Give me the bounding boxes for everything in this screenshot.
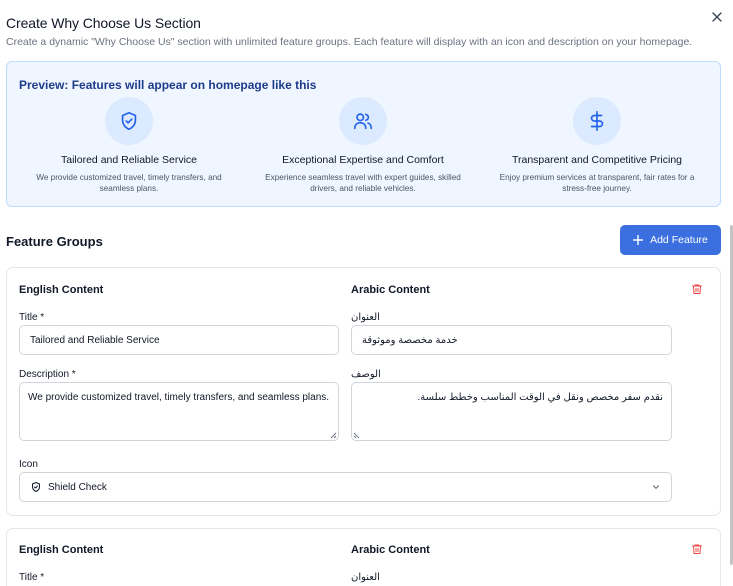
arabic-title-label: العنوان	[351, 312, 380, 323]
resize-handle-icon[interactable]	[329, 431, 337, 439]
preview-card: Transparent and Competitive Pricing Enjo…	[482, 97, 712, 195]
dialog-title: Create Why Choose Us Section	[6, 15, 201, 31]
resize-handle-icon[interactable]	[353, 431, 361, 439]
preview-card-title: Exceptional Expertise and Comfort	[282, 154, 444, 166]
chevron-down-icon	[652, 485, 660, 489]
preview-title: Preview: Features will appear on homepag…	[19, 78, 317, 92]
description-textarea-value: We provide customized travel, timely tra…	[28, 392, 330, 403]
shield-check-icon	[121, 111, 137, 131]
add-feature-label: Add Feature	[650, 234, 708, 246]
dollar-sign-icon	[590, 111, 604, 131]
delete-feature-button[interactable]	[691, 542, 705, 556]
preview-card-desc: Enjoy premium services at transparent, f…	[499, 173, 695, 194]
plus-icon	[633, 235, 644, 245]
arabic-content-heading: Arabic Content	[351, 284, 430, 296]
title-label: Title *	[19, 572, 45, 583]
preview-card-desc: Experience seamless travel with expert g…	[265, 173, 461, 194]
preview-icon-circle	[105, 97, 153, 145]
close-button[interactable]	[709, 9, 725, 25]
dialog-subtitle: Create a dynamic "Why Choose Us" section…	[6, 36, 693, 48]
english-content-heading: English Content	[19, 284, 104, 296]
preview-card: Exceptional Expertise and Comfort Experi…	[248, 97, 478, 195]
arabic-title-input[interactable]: خدمة مخصصة وموثوقة	[351, 325, 672, 355]
shield-check-icon	[32, 482, 40, 492]
arabic-title-input-value: خدمة مخصصة وموثوقة	[362, 334, 458, 346]
title-label: Title *	[19, 312, 45, 323]
description-textarea[interactable]: We provide customized travel, timely tra…	[19, 382, 339, 441]
preview-card-desc: We provide customized travel, timely tra…	[36, 173, 222, 194]
close-icon	[712, 12, 722, 22]
preview-card-title: Transparent and Competitive Pricing	[511, 154, 683, 166]
users-icon	[353, 113, 373, 130]
preview-icon-circle	[573, 97, 621, 145]
icon-select[interactable]: Shield Check	[19, 472, 672, 502]
trash-icon	[692, 284, 702, 294]
icon-select-value: Shield Check	[48, 481, 107, 493]
trash-icon	[692, 544, 702, 554]
arabic-content-heading: Arabic Content	[351, 544, 430, 556]
feature-group-card: English Content Arabic Content Title * ا…	[6, 528, 721, 586]
description-label: Description *	[19, 369, 76, 380]
icon-label: Icon	[19, 459, 38, 470]
arabic-description-textarea[interactable]: نقدم سفر مخصص ونقل في الوقت المناسب وخطط…	[351, 382, 672, 441]
title-input[interactable]: Tailored and Reliable Service	[19, 325, 339, 355]
preview-card: Tailored and Reliable Service We provide…	[14, 97, 244, 195]
delete-feature-button[interactable]	[691, 282, 705, 296]
arabic-title-label: العنوان	[351, 572, 380, 583]
add-feature-button[interactable]: Add Feature	[620, 225, 721, 255]
english-content-heading: English Content	[19, 544, 104, 556]
preview-panel: Preview: Features will appear on homepag…	[6, 61, 721, 207]
preview-card-title: Tailored and Reliable Service	[61, 154, 197, 166]
feature-group-card: English Content Arabic Content Title * ا…	[6, 267, 721, 516]
feature-groups-title: Feature Groups	[6, 234, 103, 249]
arabic-description-label: الوصف	[351, 369, 381, 380]
title-input-value: Tailored and Reliable Service	[30, 334, 160, 346]
preview-icon-circle	[339, 97, 387, 145]
arabic-description-textarea-value: نقدم سفر مخصص ونقل في الوقت المناسب وخطط…	[417, 392, 663, 403]
